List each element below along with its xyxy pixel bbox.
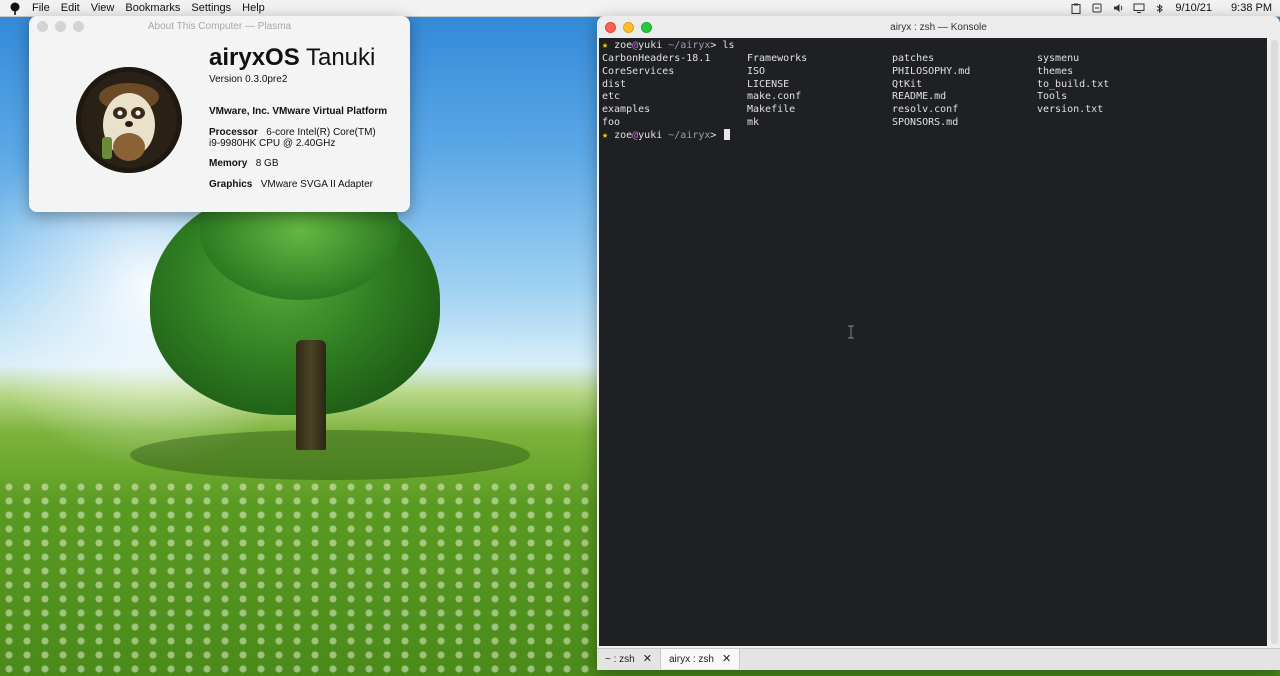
notifications-icon[interactable] (1091, 2, 1103, 14)
about-this-computer-window: About This Computer — Plasma airyxOS Tan… (29, 16, 410, 212)
wallpaper-tree-shadow (130, 430, 530, 480)
ls-entry: Frameworks (747, 53, 808, 64)
prompt-star-icon: ★ (602, 40, 609, 51)
graphics-value: VMware SVGA II Adapter (260, 179, 373, 190)
konsole-titlebar[interactable]: airyx : zsh — Konsole (597, 16, 1280, 38)
ls-entry: to_build.txt (1037, 78, 1110, 90)
terminal-scrollbar[interactable] (1269, 38, 1280, 646)
ls-entry: README.md (892, 91, 947, 103)
ls-entry: Makefile (747, 104, 796, 116)
ls-entry: resolv.conf (892, 104, 959, 116)
menu-help[interactable]: Help (242, 2, 265, 14)
top-menu-bar: File Edit View Bookmarks Settings Help 9… (0, 0, 1280, 17)
processor-value-2: i9-9980HK CPU @ 2.40GHz (209, 138, 336, 149)
tanuki-logo-icon (76, 67, 182, 173)
platform-info: VMware, Inc. VMware Virtual Platform (209, 106, 387, 117)
tab-airyx-zsh[interactable]: airyx : zsh ✕ (660, 649, 741, 669)
memory-label: Memory (209, 158, 248, 169)
menu-bookmarks[interactable]: Bookmarks (125, 2, 180, 14)
menu-view[interactable]: View (91, 2, 115, 14)
tab-home-zsh[interactable]: ~ : zsh ✕ (597, 649, 661, 669)
memory-info: Memory 8 GB (209, 158, 279, 169)
prompt-star-icon: ★ (602, 130, 609, 141)
memory-value: 8 GB (255, 158, 279, 169)
prompt-user: zoe (614, 40, 633, 51)
ls-entry: LICENSE (747, 78, 790, 90)
konsole-window: airyx : zsh — Konsole ★ zoe@yuki ~/airyx… (597, 16, 1280, 670)
processor-label: Processor (209, 127, 258, 138)
ls-entry: mk (747, 117, 760, 128)
os-name: airyxOS Tanuki (209, 44, 375, 72)
processor-info: Processor 6-core Intel(R) Core(TM) (209, 127, 376, 138)
close-tab-icon[interactable]: ✕ (643, 653, 652, 665)
bluetooth-icon[interactable] (1154, 2, 1166, 14)
ls-entry: ISO (747, 65, 766, 77)
terminal-area[interactable]: ★ zoe@yuki ~/airyx> ls CarbonHeaders-18.… (599, 38, 1267, 646)
ls-entry: themes (1037, 65, 1074, 77)
menu-edit[interactable]: Edit (61, 2, 80, 14)
os-version: Version 0.3.0pre2 (209, 74, 288, 85)
ls-entry: CoreServices (602, 65, 675, 77)
ls-entry: make.conf (747, 91, 802, 103)
wallpaper-tree-trunk (296, 340, 326, 450)
clock-time[interactable]: 9:38 PM (1231, 2, 1272, 14)
ls-entry: SPONSORS.md (892, 117, 959, 128)
ls-entry: QtKit (892, 78, 923, 90)
ls-entry: CarbonHeaders-18.1 (602, 53, 711, 64)
volume-icon[interactable] (1112, 2, 1124, 14)
prompt-path: ~/airyx (662, 130, 711, 141)
wallpaper-flowers (0, 480, 600, 676)
konsole-window-title: airyx : zsh — Konsole (890, 21, 987, 33)
prompt-line: ★ zoe@yuki ~/airyx> ls (602, 40, 735, 53)
ls-entry: patches (892, 53, 935, 64)
ls-entry: Tools (1037, 91, 1068, 103)
ls-entry: etc (602, 91, 621, 103)
prompt-host: yuki (638, 130, 663, 141)
os-name-bold: airyxOS (209, 44, 300, 71)
about-window-title: About This Computer — Plasma (147, 20, 292, 32)
clipboard-icon[interactable] (1070, 2, 1082, 14)
ls-entry: examples (602, 104, 651, 116)
ls-entry: foo (602, 117, 621, 128)
ls-entry: version.txt (1037, 104, 1104, 116)
tab-label: airyx : zsh (668, 653, 714, 665)
prompt-user: zoe (614, 130, 633, 141)
tree-logo-icon[interactable] (8, 1, 22, 15)
close-tab-icon[interactable]: ✕ (722, 653, 731, 665)
graphics-info: Graphics VMware SVGA II Adapter (209, 179, 373, 190)
graphics-label: Graphics (209, 179, 253, 190)
prompt-path: ~/airyx (662, 40, 711, 51)
konsole-tab-bar: ~ : zsh ✕ airyx : zsh ✕ (597, 648, 1280, 670)
platform-value: VMware, Inc. VMware Virtual Platform (209, 106, 388, 117)
os-name-light: Tanuki (299, 44, 376, 71)
prompt-command: ls (716, 40, 735, 51)
menu-settings[interactable]: Settings (191, 2, 231, 14)
text-cursor (724, 129, 731, 140)
ls-entry: dist (602, 78, 627, 90)
ls-entry: PHILOSOPHY.md (892, 65, 971, 77)
prompt-symbol: > (710, 130, 717, 141)
system-tray: 9/10/21 9:38 PM (1070, 0, 1272, 16)
menu-file[interactable]: File (32, 2, 50, 14)
display-icon[interactable] (1133, 2, 1145, 14)
prompt-host: yuki (638, 40, 663, 51)
ls-entry: sysmenu (1037, 53, 1080, 64)
ibeam-cursor-icon (846, 325, 856, 339)
prompt-line-current: ★ zoe@yuki ~/airyx> (602, 129, 731, 142)
clock-date[interactable]: 9/10/21 (1175, 2, 1212, 14)
scrollbar-thumb[interactable] (1271, 40, 1278, 644)
about-titlebar[interactable]: About This Computer — Plasma (29, 16, 410, 36)
tab-label: ~ : zsh (605, 653, 635, 665)
processor-value-1: 6-core Intel(R) Core(TM) (266, 127, 376, 138)
